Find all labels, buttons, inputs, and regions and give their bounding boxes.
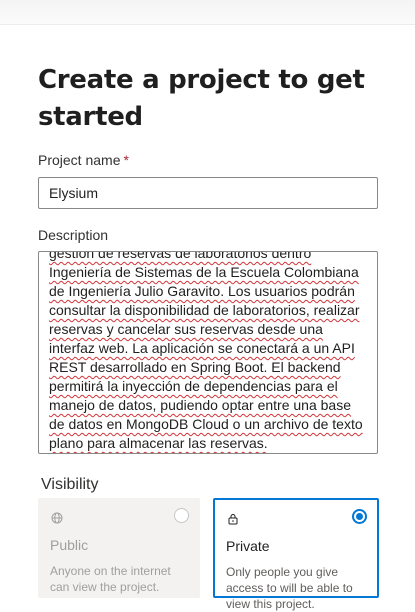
lock-icon <box>227 512 239 530</box>
page-title: Create a project to get started <box>38 65 365 132</box>
private-description: Only people you give access to will be a… <box>226 565 353 611</box>
description-textarea[interactable]: gestión de reservas de laboratorios dent… <box>38 251 378 454</box>
public-title: Public <box>50 537 89 553</box>
project-name-input[interactable]: Elysium <box>38 177 378 209</box>
private-title: Private <box>226 538 270 554</box>
description-text: gestión de reservas de laboratorios dent… <box>49 251 363 451</box>
private-radio[interactable] <box>352 509 367 524</box>
public-radio[interactable] <box>174 508 189 523</box>
globe-icon <box>51 511 63 529</box>
required-marker: * <box>123 152 129 168</box>
project-name-label: Project name * <box>38 152 129 168</box>
top-bar <box>0 0 415 25</box>
visibility-option-private[interactable]: Private Only people you give access to w… <box>213 498 379 611</box>
project-name-label-text: Project name <box>38 152 121 168</box>
public-description: Anyone on the internet can view the proj… <box>50 564 171 594</box>
visibility-option-public[interactable]: Public Anyone on the internet can view t… <box>38 498 200 598</box>
visibility-label: Visibility <box>41 476 99 493</box>
description-label: Description <box>38 227 109 243</box>
